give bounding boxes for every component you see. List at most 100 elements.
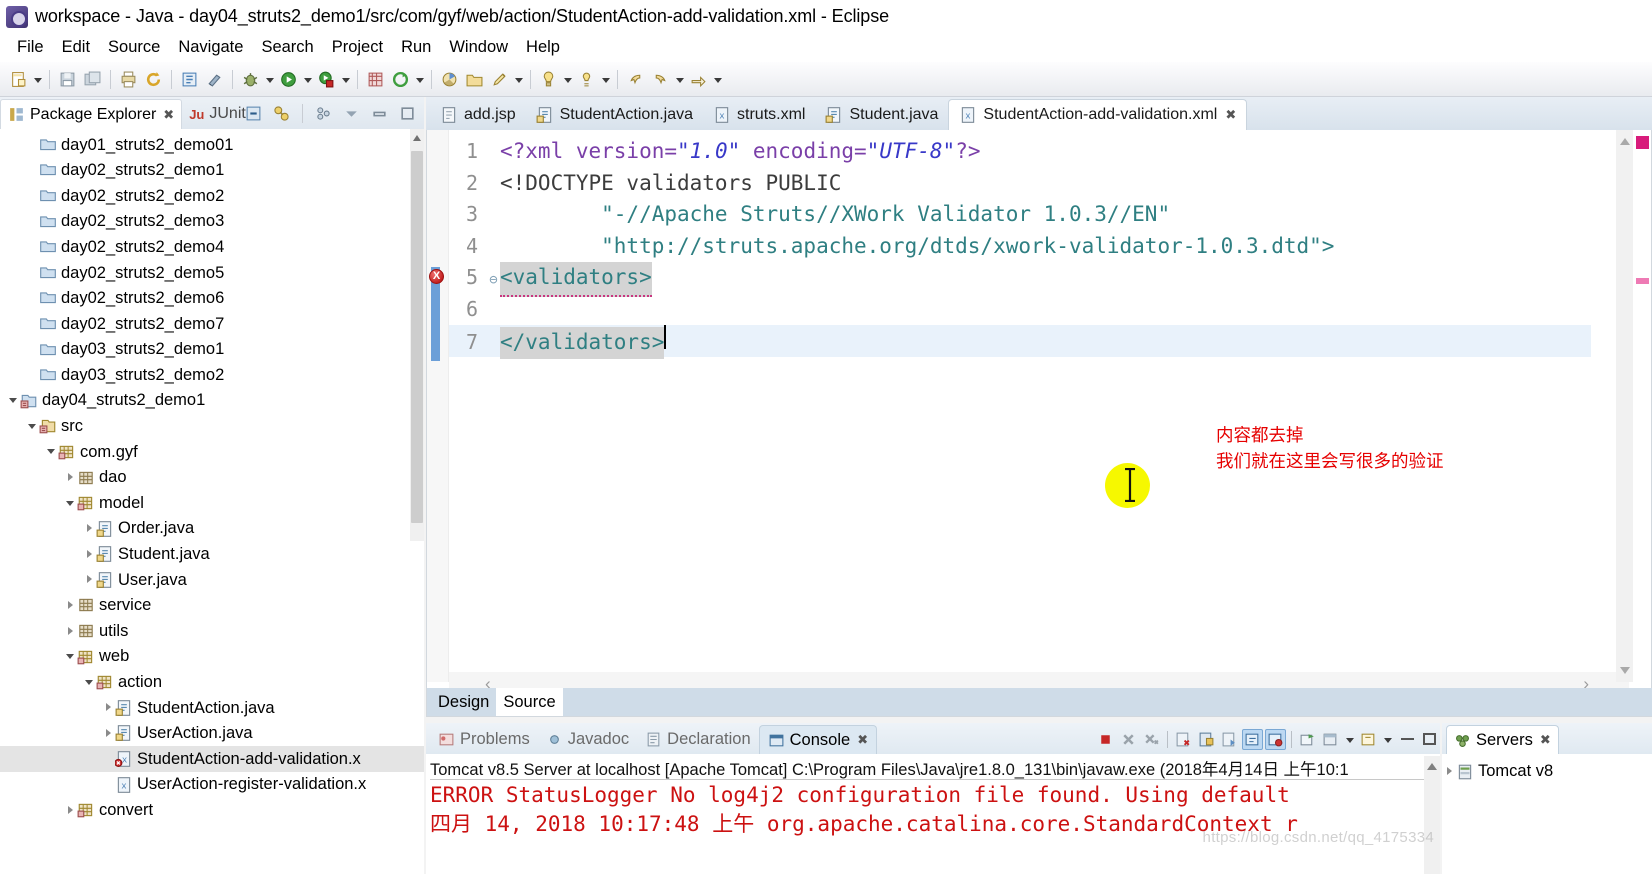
run-external-dropdown-icon[interactable] [339, 68, 352, 91]
chevron-down-icon[interactable] [65, 491, 77, 516]
scroll-up-icon[interactable] [1620, 138, 1630, 145]
console-output[interactable]: ERROR StatusLogger No log4j2 configurati… [430, 781, 1436, 874]
menu-item-navigate[interactable]: Navigate [169, 37, 252, 58]
tree-item[interactable]: day03_struts2_demo2 [0, 362, 424, 388]
open-folder-icon[interactable] [463, 68, 486, 91]
chevron-right-icon[interactable] [103, 721, 115, 746]
editor-tab[interactable]: x struts.xml [703, 99, 815, 130]
save-all-icon[interactable] [81, 68, 104, 91]
close-icon[interactable]: ✖ [163, 107, 174, 123]
new-wizard-dropdown-icon[interactable] [31, 68, 44, 91]
open-type-icon[interactable] [178, 68, 201, 91]
new-wizard-icon[interactable] [7, 68, 30, 91]
edit-pencil-icon[interactable] [488, 68, 511, 91]
tab-source[interactable]: Source [496, 688, 563, 716]
code-line-2[interactable]: 2 <!DOCTYPE validators PUBLIC [449, 168, 1591, 200]
tree-item[interactable]: User.java [0, 567, 424, 593]
tree-item[interactable]: model [0, 490, 424, 516]
tab-console[interactable]: Console ✖ [758, 725, 878, 754]
editor-tab[interactable]: x StudentAction-add-validation.xml ✖ [948, 99, 1248, 130]
back-history-icon[interactable] [624, 68, 647, 91]
refresh-icon[interactable] [142, 68, 165, 91]
run-dropdown-icon[interactable] [301, 68, 314, 91]
code-line-6[interactable]: 6 [449, 294, 1591, 326]
edit-dropdown-icon[interactable] [512, 68, 525, 91]
tree-item[interactable]: src [0, 414, 424, 440]
tree-item[interactable]: convert [0, 797, 424, 823]
scroll-up-icon[interactable] [1427, 763, 1437, 770]
run-icon[interactable] [277, 68, 300, 91]
tree-item[interactable]: com.gyf [0, 439, 424, 465]
console-view-dropdown-icon[interactable] [1343, 728, 1356, 751]
overview-ruler[interactable] [1633, 130, 1651, 682]
console-scrollbar[interactable] [1424, 756, 1440, 874]
editor-tab[interactable]: Student.java [815, 99, 948, 130]
chevron-down-icon[interactable] [65, 644, 77, 669]
tree-item[interactable]: day02_struts2_demo4 [0, 234, 424, 260]
editor-tab[interactable]: StudentAction.java [526, 99, 703, 130]
code-line-1[interactable]: 1 <?xml version="1.0" encoding="UTF-8"?> [449, 136, 1591, 168]
editor-vertical-scrollbar[interactable] [1616, 130, 1633, 682]
tree-item[interactable]: day04_struts2_demo1 [0, 388, 424, 414]
remove-launch-icon[interactable] [1118, 729, 1139, 750]
remove-all-launches-icon[interactable] [1141, 729, 1162, 750]
tab-servers[interactable]: Servers ✖ [1446, 725, 1559, 754]
clear-console-icon[interactable] [1173, 729, 1194, 750]
menu-item-help[interactable]: Help [517, 37, 569, 58]
tree-item[interactable]: Order.java [0, 516, 424, 542]
debug-dropdown-icon[interactable] [263, 68, 276, 91]
server-list-item[interactable]: Tomcat v8 [1444, 759, 1553, 784]
menu-item-project[interactable]: Project [323, 37, 392, 58]
view-dropdown-icon[interactable] [340, 102, 363, 125]
collapse-all-icon[interactable] [242, 102, 265, 125]
tree-item[interactable]: action [0, 669, 424, 695]
chevron-down-icon[interactable] [27, 414, 39, 439]
tree-item[interactable]: dao [0, 465, 424, 491]
tree-item[interactable]: UserAction.java [0, 721, 424, 747]
tab-declaration[interactable]: Declaration [637, 725, 758, 754]
forward-arrow-dropdown-icon[interactable] [711, 68, 724, 91]
open-console-icon[interactable] [1297, 729, 1318, 750]
tab-problems[interactable]: Problems [430, 725, 538, 754]
tree-item[interactable]: day03_struts2_demo1 [0, 337, 424, 363]
close-icon[interactable]: ✖ [1540, 732, 1551, 748]
tree-item[interactable]: x UserAction-register-validation.x [0, 772, 424, 798]
next-annotation-icon[interactable] [575, 68, 598, 91]
tree-item[interactable]: day02_struts2_demo5 [0, 260, 424, 286]
chevron-right-icon[interactable] [84, 542, 96, 567]
tree-item[interactable]: web [0, 644, 424, 670]
maximize-icon[interactable] [1423, 733, 1436, 745]
error-marker-icon[interactable]: X [429, 269, 444, 284]
chevron-down-icon[interactable] [84, 670, 96, 695]
scroll-lock-icon[interactable] [1196, 729, 1217, 750]
close-icon[interactable]: ✖ [1225, 107, 1236, 123]
code-content[interactable]: 1 <?xml version="1.0" encoding="UTF-8"?>… [449, 130, 1591, 682]
view-menu-icon[interactable] [312, 102, 335, 125]
new-java-project-icon[interactable] [364, 68, 387, 91]
code-line-4[interactable]: 4 "http://struts.apache.org/dtds/xwork-v… [449, 231, 1591, 263]
editor-tab[interactable]: add.jsp [430, 99, 526, 130]
pin-view-icon[interactable] [1358, 729, 1379, 750]
tree-item[interactable]: day02_struts2_demo7 [0, 311, 424, 337]
chevron-right-icon[interactable] [65, 798, 77, 823]
terminate-icon[interactable] [1095, 729, 1116, 750]
quick-fix-icon[interactable] [537, 68, 560, 91]
run-external-icon[interactable] [315, 68, 338, 91]
chevron-right-icon[interactable] [103, 695, 115, 720]
marker-gutter[interactable]: X [427, 130, 449, 682]
maximize-icon[interactable] [396, 102, 419, 125]
code-line-5[interactable]: 5 ⊖ <validators> [449, 262, 1591, 297]
menu-item-run[interactable]: Run [392, 37, 440, 58]
menu-item-search[interactable]: Search [252, 37, 322, 58]
pin-console-toggle-icon[interactable] [1265, 728, 1286, 750]
menu-item-source[interactable]: Source [99, 37, 169, 58]
save-icon[interactable] [56, 68, 79, 91]
chevron-right-icon[interactable] [65, 593, 77, 618]
chevron-right-icon[interactable] [84, 516, 96, 541]
chevron-down-icon[interactable] [46, 439, 58, 464]
tree-item[interactable]: service [0, 593, 424, 619]
tree-item[interactable]: x StudentAction-add-validation.x [0, 746, 424, 772]
chevron-right-icon[interactable] [65, 619, 77, 644]
overview-error-marker[interactable] [1636, 136, 1649, 149]
new-class-dropdown-icon[interactable] [413, 68, 426, 91]
